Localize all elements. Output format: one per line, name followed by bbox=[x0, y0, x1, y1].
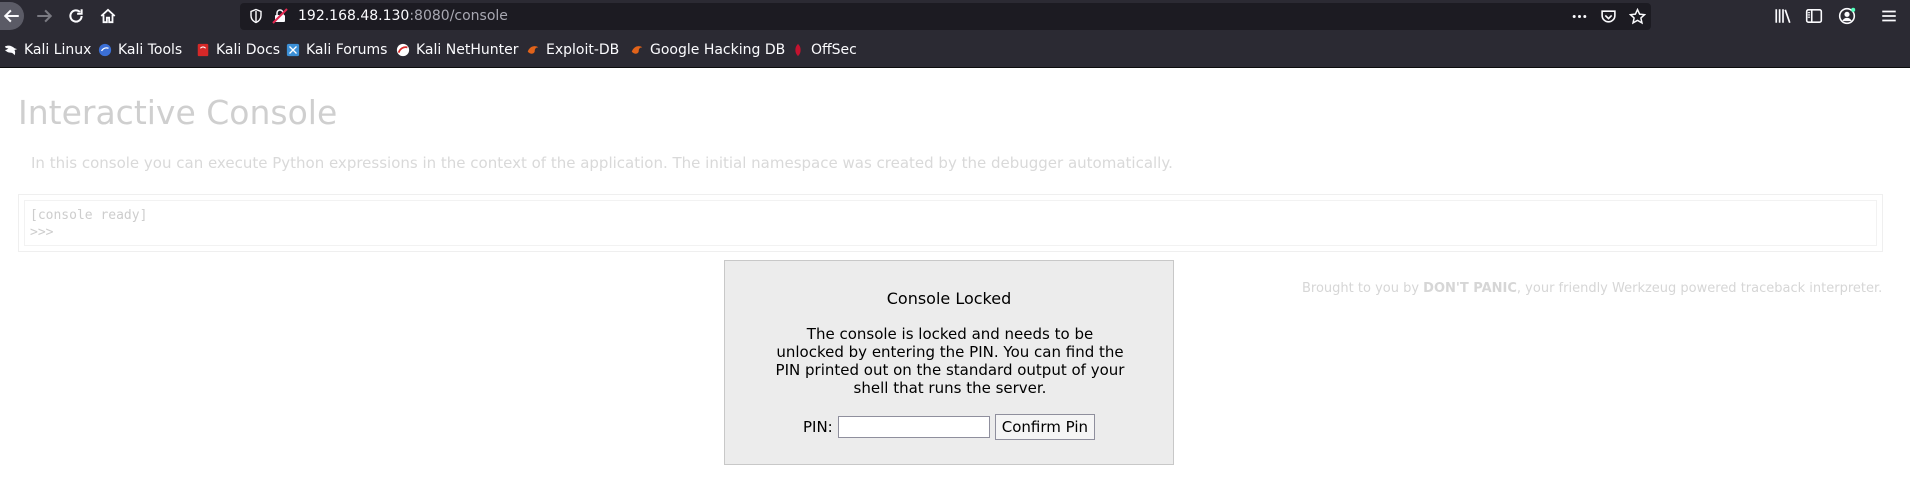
console-ready-line: [console ready] bbox=[30, 208, 148, 223]
home-icon bbox=[100, 8, 116, 24]
page-description: In this console you can execute Python e… bbox=[31, 154, 1173, 172]
console-output: [console ready] >>> bbox=[18, 194, 1883, 252]
console-inner[interactable]: [console ready] >>> bbox=[24, 200, 1877, 246]
tracking-shield-icon[interactable] bbox=[248, 8, 264, 24]
bookmark-label: Kali Linux bbox=[24, 42, 92, 58]
reload-button[interactable] bbox=[62, 2, 90, 30]
exploit-db-icon bbox=[527, 46, 539, 54]
footer: Brought to you by DON'T PANIC, your frie… bbox=[1302, 281, 1882, 297]
pin-label: PIN: bbox=[802, 418, 833, 436]
bookmark-kali-tools[interactable]: Kali Tools bbox=[98, 33, 182, 67]
footer-suffix: , your friendly Werkzeug powered traceba… bbox=[1516, 281, 1883, 296]
forward-arrow-icon bbox=[37, 9, 53, 23]
bookmark-kali-linux[interactable]: Kali Linux bbox=[4, 33, 91, 67]
bookmark-kali-nethunter[interactable]: Kali NetHunter bbox=[396, 33, 518, 67]
library-icon[interactable] bbox=[1774, 7, 1792, 25]
kali-forums-icon bbox=[286, 43, 300, 57]
bookmark-label: Kali NetHunter bbox=[416, 42, 519, 58]
reload-icon bbox=[69, 9, 83, 23]
pin-input[interactable] bbox=[837, 416, 990, 438]
kali-tools-icon bbox=[98, 43, 112, 57]
bookmark-star-icon[interactable] bbox=[1629, 8, 1646, 25]
bookmark-label: Kali Tools bbox=[118, 42, 183, 58]
bookmark-kali-docs[interactable]: Kali Docs bbox=[196, 33, 280, 67]
url-bar[interactable]: 192.168.48.130:8080/console bbox=[240, 3, 1651, 30]
back-button[interactable] bbox=[0, 2, 24, 30]
bookmark-exploit-db[interactable]: Exploit-DB bbox=[526, 33, 619, 67]
insecure-connection-icon[interactable] bbox=[272, 8, 288, 24]
browser-toolbar: 192.168.48.130:8080/console bbox=[0, 0, 1910, 33]
kali-dragon-icon bbox=[4, 45, 18, 56]
kali-nethunter-icon bbox=[396, 43, 410, 57]
bookmark-kali-forums[interactable]: Kali Forums bbox=[286, 33, 387, 67]
bookmark-offsec[interactable]: OffSec bbox=[791, 33, 857, 67]
pocket-icon[interactable] bbox=[1600, 8, 1617, 25]
account-icon[interactable] bbox=[1838, 7, 1856, 25]
kali-docs-icon bbox=[197, 43, 209, 57]
bookmark-label: Google Hacking DB bbox=[650, 42, 786, 58]
more-actions-icon[interactable] bbox=[1571, 8, 1588, 25]
sidebar-icon[interactable] bbox=[1805, 7, 1823, 25]
footer-bold: DON'T PANIC bbox=[1423, 281, 1517, 296]
offsec-icon bbox=[795, 43, 801, 57]
bookmark-label: Kali Docs bbox=[216, 42, 281, 58]
confirm-pin-button[interactable]: Confirm Pin bbox=[994, 414, 1096, 440]
back-arrow-icon bbox=[3, 9, 19, 23]
hamburger-menu-icon[interactable] bbox=[1880, 7, 1898, 25]
pin-row: PIN: Confirm Pin bbox=[725, 414, 1173, 440]
bookmark-label: OffSec bbox=[811, 42, 857, 58]
google-hacking-db-icon bbox=[631, 46, 643, 54]
bookmark-label: Kali Forums bbox=[306, 42, 388, 58]
console-locked-dialog: Console Locked The console is locked and… bbox=[724, 260, 1174, 465]
console-prompt: >>> bbox=[30, 225, 54, 240]
bookmark-google-hacking-db[interactable]: Google Hacking DB bbox=[630, 33, 785, 67]
dialog-message: The console is locked and needs to be un… bbox=[775, 325, 1125, 397]
bookmarks-toolbar: Kali Linux Kali Tools Kali Docs Kali For… bbox=[0, 33, 1910, 68]
page-title: Interactive Console bbox=[18, 93, 338, 132]
footer-prefix: Brought to you by bbox=[1302, 281, 1424, 296]
home-button[interactable] bbox=[94, 2, 122, 30]
bookmark-label: Exploit-DB bbox=[546, 42, 620, 58]
url-path: :8080/console bbox=[409, 8, 508, 24]
url-host: 192.168.48.130 bbox=[298, 8, 410, 24]
forward-button[interactable] bbox=[30, 2, 58, 30]
url-text[interactable]: 192.168.48.130:8080/console bbox=[298, 8, 508, 25]
dialog-title: Console Locked bbox=[886, 289, 1012, 308]
